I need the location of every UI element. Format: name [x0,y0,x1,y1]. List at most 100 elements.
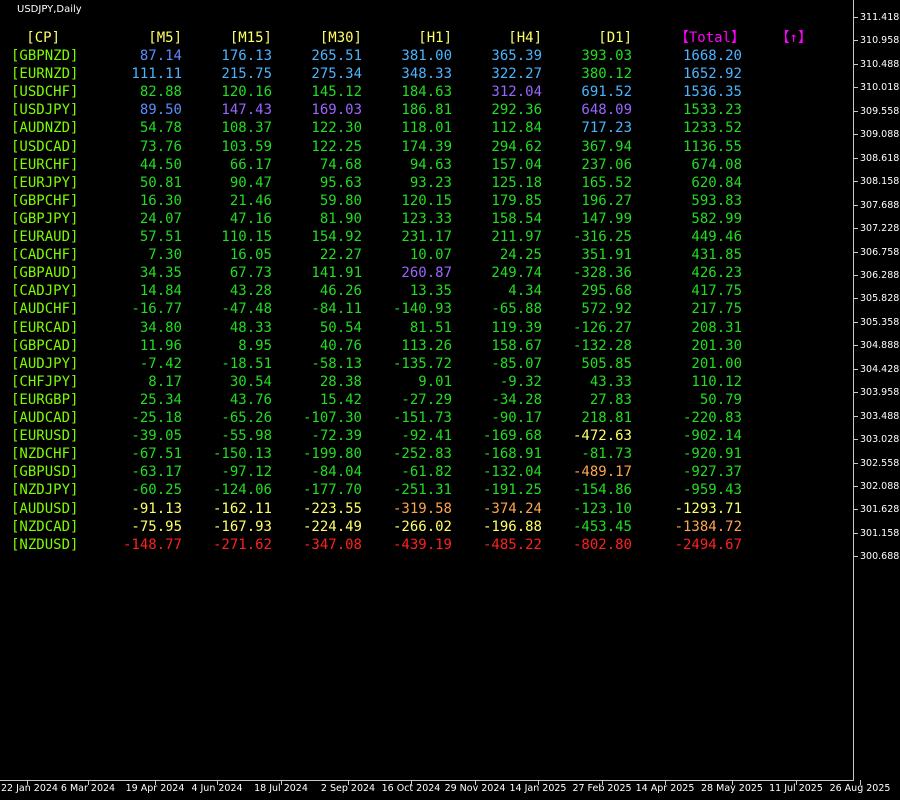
value-d1: 196.27 [581,192,632,209]
pair-label[interactable]: [EURAUD] [11,229,78,245]
value-total: -959.43 [682,482,742,499]
pair-label[interactable]: [EURCHF] [11,157,78,173]
value-h4: -168.91 [482,446,542,463]
pair-label[interactable]: [GBPUSD] [11,464,78,480]
chart-window[interactable]: USDJPY,Daily 311.418 310.958 310.488 310.01… [0,0,900,800]
value-total: 674.08 [691,156,742,173]
pair-label[interactable]: [USDCAD] [11,139,78,155]
value-m30: 154.92 [311,229,362,245]
value-d1: -154.86 [572,482,632,499]
value-h1: 348.33 [401,66,452,83]
pair-label[interactable]: [NZDUSD] [11,537,78,553]
pair-label[interactable]: [AUDNZD] [11,120,78,136]
value-m30: 95.63 [319,174,362,191]
pair-label[interactable]: [EURNZD] [11,66,78,82]
value-m5: 25.34 [139,391,182,408]
value-d1: 351.91 [581,247,632,264]
value-h1: 13.35 [409,283,452,300]
value-m15: -124.06 [212,482,272,499]
value-m30: 122.25 [311,138,362,155]
value-h1: 381.00 [401,48,452,64]
header-sort[interactable]: 【↑】 [776,30,812,46]
time-label: 4 Jun 2024 [191,783,243,794]
pair-label[interactable]: [CADJPY] [11,283,78,299]
pair-label[interactable]: [NZDCAD] [11,519,78,535]
value-m15: -65.26 [221,410,272,426]
value-total: -927.37 [682,464,742,481]
pair-label[interactable]: [EURCAD] [11,320,78,336]
pair-label[interactable]: [USDJPY] [11,102,78,118]
pair-label[interactable]: [AUDCAD] [11,410,78,426]
price-tick [853,369,858,370]
pair-label[interactable]: [EURGBP] [11,392,78,408]
value-h1: -439.19 [392,536,452,553]
time-label: 16 Oct 2024 [381,783,441,794]
value-m5: 54.78 [139,120,182,137]
price-tick [853,298,858,299]
value-d1: -126.27 [572,319,632,336]
value-d1: 147.99 [581,210,632,227]
value-total: -902.14 [682,428,742,445]
value-m5: 111.11 [131,66,182,83]
time-label: 19 Apr 2024 [125,783,185,794]
price-label: 308.618 [860,153,900,164]
value-h4: 4.34 [508,283,542,300]
price-label: 303.028 [860,434,900,445]
value-m5: -67.51 [131,446,182,463]
value-m15: -55.98 [221,428,272,445]
pair-label[interactable]: [EURJPY] [11,175,78,191]
value-h4: 322.27 [491,66,542,83]
pair-label[interactable]: [CHFJPY] [11,374,78,390]
value-h4: 211.97 [491,229,542,245]
value-m5: 87.14 [139,48,182,64]
pair-label[interactable]: [USDCHF] [11,84,78,100]
value-h4: -191.25 [482,482,542,499]
value-m15: 103.59 [221,138,272,155]
pair-label[interactable]: [GBPCAD] [11,338,78,354]
price-label: 310.018 [860,82,900,93]
pair-label[interactable]: [EURUSD] [11,428,78,444]
header-m15: [M15] [229,30,272,46]
price-label: 302.558 [860,458,900,469]
value-m5: 50.81 [139,174,182,191]
value-m30: 141.91 [311,265,362,282]
pair-label[interactable]: [NZDJPY] [11,482,78,498]
time-label: 18 Jul 2024 [254,783,308,794]
value-total: 1536.35 [682,84,742,101]
value-m5: 14.84 [139,283,182,300]
value-h1: 120.15 [401,192,452,209]
value-h1: 186.81 [401,102,452,119]
value-total: -2494.67 [674,536,742,553]
value-h4: -85.07 [491,355,542,372]
value-h1: 113.26 [401,337,452,354]
value-d1: 43.33 [589,373,632,390]
price-axis-line [853,0,854,780]
pair-label[interactable]: [GBPNZD] [11,48,78,64]
pair-label[interactable]: [AUDCHF] [11,301,78,317]
value-h4: 119.39 [491,319,542,336]
value-total: -920.91 [682,446,742,463]
value-d1: 691.52 [581,84,632,101]
value-total: -220.83 [682,410,742,426]
value-m15: 48.33 [229,319,272,336]
price-label: 307.228 [860,223,900,234]
pair-label[interactable]: [AUDUSD] [11,501,78,517]
value-m30: -223.55 [302,500,362,517]
value-d1: 237.06 [581,156,632,173]
value-total: -1384.72 [674,518,742,535]
value-m5: -75.95 [131,518,182,535]
pair-label[interactable]: [NZDCHF] [11,446,78,462]
value-h4: -196.88 [482,518,542,535]
value-h4: 365.39 [491,48,542,64]
pair-label[interactable]: [GBPAUD] [11,265,78,281]
value-h1: 231.17 [401,229,452,245]
value-m30: 81.90 [319,210,362,227]
value-m15: 43.76 [229,391,272,408]
value-h1: 123.33 [401,210,452,227]
price-tick [853,158,858,159]
pair-label[interactable]: [CADCHF] [11,247,78,263]
pair-label[interactable]: [GBPCHF] [11,193,78,209]
value-h4: 312.04 [491,84,542,101]
pair-label[interactable]: [GBPJPY] [11,211,78,227]
pair-label[interactable]: [AUDJPY] [11,356,78,372]
